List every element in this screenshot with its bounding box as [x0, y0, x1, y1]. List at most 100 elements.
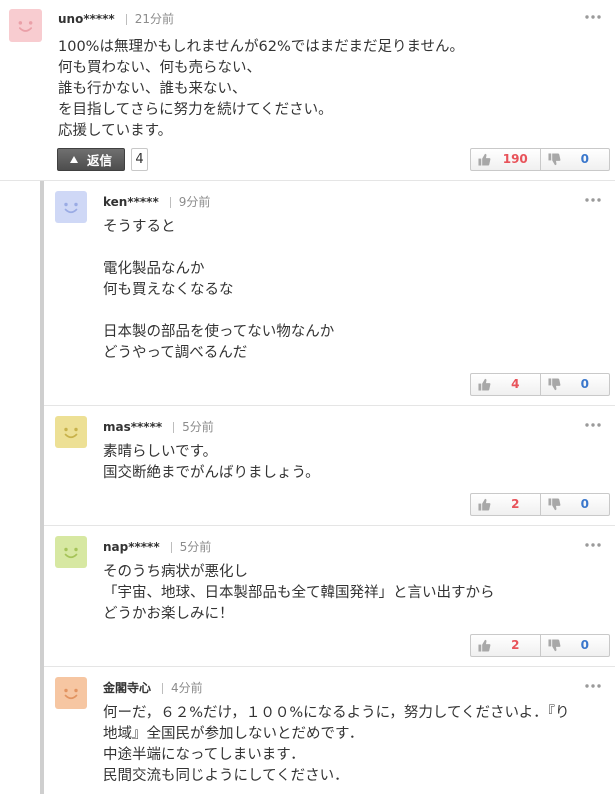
avatar[interactable]: [55, 536, 87, 568]
top-comment: uno***** 21分前 100%は無理かもしれませんが62%ではまだまだ足り…: [0, 0, 615, 181]
reply-button-label: 返信: [86, 153, 112, 168]
reply-comment: ken***** 9分前 そうすると 電化製品なんか 何も買えなくなるな 日本製…: [44, 181, 615, 406]
comment-text-line: 何ーだ，６２%だけ，１００%になるように，努力してくださいよ．『り: [103, 705, 570, 721]
paragraph: そのうち病状が悪化し 「宇宙、地球、日本製部品も全て韓国発祥」と言い出すから ど…: [103, 562, 610, 625]
reply-thread: ken***** 9分前 そうすると 電化製品なんか 何も買えなくなるな 日本製…: [40, 181, 615, 794]
thumbs-up-icon: [478, 378, 491, 391]
comment-text-line: 何も買わない、何も売らない、: [58, 60, 261, 76]
separator: [125, 13, 127, 25]
more-dots-icon[interactable]: [585, 15, 601, 19]
comment-text-line: 国交断絶までがんばりましょう。: [103, 465, 320, 481]
smiley-face-icon: [64, 202, 78, 214]
timestamp: 5分前: [179, 540, 212, 554]
comment-text-line: を目指してさらに努力を続けてください。: [58, 102, 333, 118]
comment-text-line: 「宇宙、地球、日本製部品も全て韓国発祥」と言い出すから: [103, 585, 495, 601]
thumbs-up-icon: [478, 498, 491, 511]
separator: [162, 682, 164, 694]
username[interactable]: ken*****: [103, 194, 159, 210]
reply-comment: 金閣寺心 4分前 何ーだ，６２%だけ，１００%になるように，努力してくださいよ．…: [44, 667, 615, 794]
username[interactable]: nap*****: [103, 539, 160, 555]
reply-comment: mas***** 5分前 素晴らしいです。 国交断絶までがんばりましょう。 2 …: [44, 406, 615, 526]
dislike-button[interactable]: 0: [539, 494, 610, 515]
more-dots-icon[interactable]: [585, 423, 601, 427]
comment-text-line: どうやって調べるんだ: [103, 345, 248, 361]
triangle-up-icon: [69, 156, 78, 163]
comment-text-line: 100%は無理かもしれませんが62%ではまだまだ足りません。: [58, 39, 465, 55]
separator: [170, 541, 172, 553]
comment-header: ken***** 9分前: [103, 194, 210, 210]
comment-text-line: 応援しています。: [58, 123, 173, 139]
paragraph: 電化製品なんか 何も買えなくなるな: [103, 259, 610, 301]
comment-header: mas***** 5分前: [103, 419, 214, 435]
vote-box: 190 0: [470, 148, 610, 171]
vote-box: 2 0: [470, 493, 610, 516]
avatar[interactable]: [55, 416, 87, 448]
comment-text-line: 何も買えなくなるな: [103, 282, 234, 298]
username[interactable]: uno*****: [58, 11, 115, 27]
paragraph: 素晴らしいです。 国交断絶までがんばりましょう。: [103, 442, 610, 484]
more-dots-icon[interactable]: [585, 684, 601, 688]
thumbs-up-icon: [478, 153, 491, 166]
paragraph: 何ーだ，６２%だけ，１００%になるように，努力してくださいよ．『り 地域』全国民…: [103, 703, 610, 787]
like-button[interactable]: 2: [471, 635, 540, 656]
timestamp: 5分前: [182, 420, 214, 434]
comment-header: nap***** 5分前: [103, 539, 211, 555]
comment-body: 何ーだ，６２%だけ，１００%になるように，努力してくださいよ．『り 地域』全国民…: [103, 703, 610, 787]
comment-header: uno***** 21分前: [58, 11, 174, 27]
timestamp: 9分前: [178, 195, 211, 209]
comment-page: uno***** 21分前 100%は無理かもしれませんが62%ではまだまだ足り…: [0, 0, 615, 794]
comment-text-line: 地域』全国民が参加しないとだめです．: [103, 726, 364, 742]
username[interactable]: mas*****: [103, 419, 162, 435]
vote-box: 2 0: [470, 634, 610, 657]
comment-body: 素晴らしいです。 国交断絶までがんばりましょう。: [103, 442, 610, 484]
paragraph: 日本製の部品を使ってない物なんか どうやって調べるんだ: [103, 322, 610, 364]
comment-text-line: 電化製品なんか: [103, 261, 205, 277]
dislike-button[interactable]: 0: [539, 149, 610, 170]
timestamp: 21分前: [134, 12, 174, 26]
thumbs-up-icon: [478, 639, 491, 652]
vote-row: 2 0: [103, 634, 610, 657]
thumbs-down-icon: [547, 378, 560, 391]
comment-header: 金閣寺心 4分前: [103, 680, 203, 696]
thumbs-down-icon: [547, 639, 560, 652]
paragraph: そうすると: [103, 217, 610, 238]
comment-text-line: そうすると: [103, 219, 176, 235]
like-button[interactable]: 2: [471, 494, 540, 515]
more-dots-icon[interactable]: [585, 198, 601, 202]
avatar[interactable]: [55, 677, 87, 709]
more-dots-icon[interactable]: [585, 543, 601, 547]
separator: [169, 196, 171, 208]
vote-box: 4 0: [470, 373, 610, 396]
smiley-face-icon: [18, 21, 33, 32]
paragraph: 100%は無理かもしれませんが62%ではまだまだ足りません。 何も買わない、何も…: [58, 37, 610, 142]
dislike-button[interactable]: 0: [539, 635, 610, 656]
comment-text-line: どうかお楽しみに！: [103, 606, 234, 622]
comment-text-line: 民間交流も同じようにしてください．: [103, 768, 349, 784]
reply-comment: nap***** 5分前 そのうち病状が悪化し 「宇宙、地球、日本製部品も全て韓…: [44, 526, 615, 667]
thumbs-down-icon: [547, 498, 560, 511]
smiley-face-icon: [64, 547, 78, 559]
comment-text-line: 誰も行かない、誰も来ない、: [58, 81, 247, 97]
like-button[interactable]: 4: [471, 374, 540, 395]
smiley-face-icon: [64, 688, 78, 700]
comment-text-line: 日本製の部品を使ってない物なんか: [103, 324, 335, 340]
dislike-button[interactable]: 0: [539, 374, 610, 395]
like-button[interactable]: 190: [471, 149, 540, 170]
avatar[interactable]: [9, 9, 42, 42]
comment-text-line: 素晴らしいです。: [103, 444, 218, 460]
reply-button[interactable]: 返信: [57, 148, 125, 171]
comment-text-line: 中途半端になってしまいます．: [103, 747, 305, 763]
comment-body: そのうち病状が悪化し 「宇宙、地球、日本製部品も全て韓国発祥」と言い出すから ど…: [103, 562, 610, 625]
comment-text-line: そのうち病状が悪化し: [103, 564, 248, 580]
avatar[interactable]: [55, 191, 87, 223]
comment-body: そうすると 電化製品なんか 何も買えなくなるな 日本製の部品を使ってない物なんか…: [103, 217, 610, 364]
comment-actions: 返信 4 190 0: [57, 148, 610, 171]
separator: [173, 421, 175, 433]
smiley-face-icon: [64, 427, 78, 439]
timestamp: 4分前: [171, 681, 203, 695]
reply-count[interactable]: 4: [131, 148, 148, 171]
vote-row: 2 0: [103, 493, 610, 516]
comment-body: 100%は無理かもしれませんが62%ではまだまだ足りません。 何も買わない、何も…: [58, 37, 610, 142]
vote-row: 4 0: [103, 373, 610, 396]
username[interactable]: 金閣寺心: [103, 680, 151, 696]
